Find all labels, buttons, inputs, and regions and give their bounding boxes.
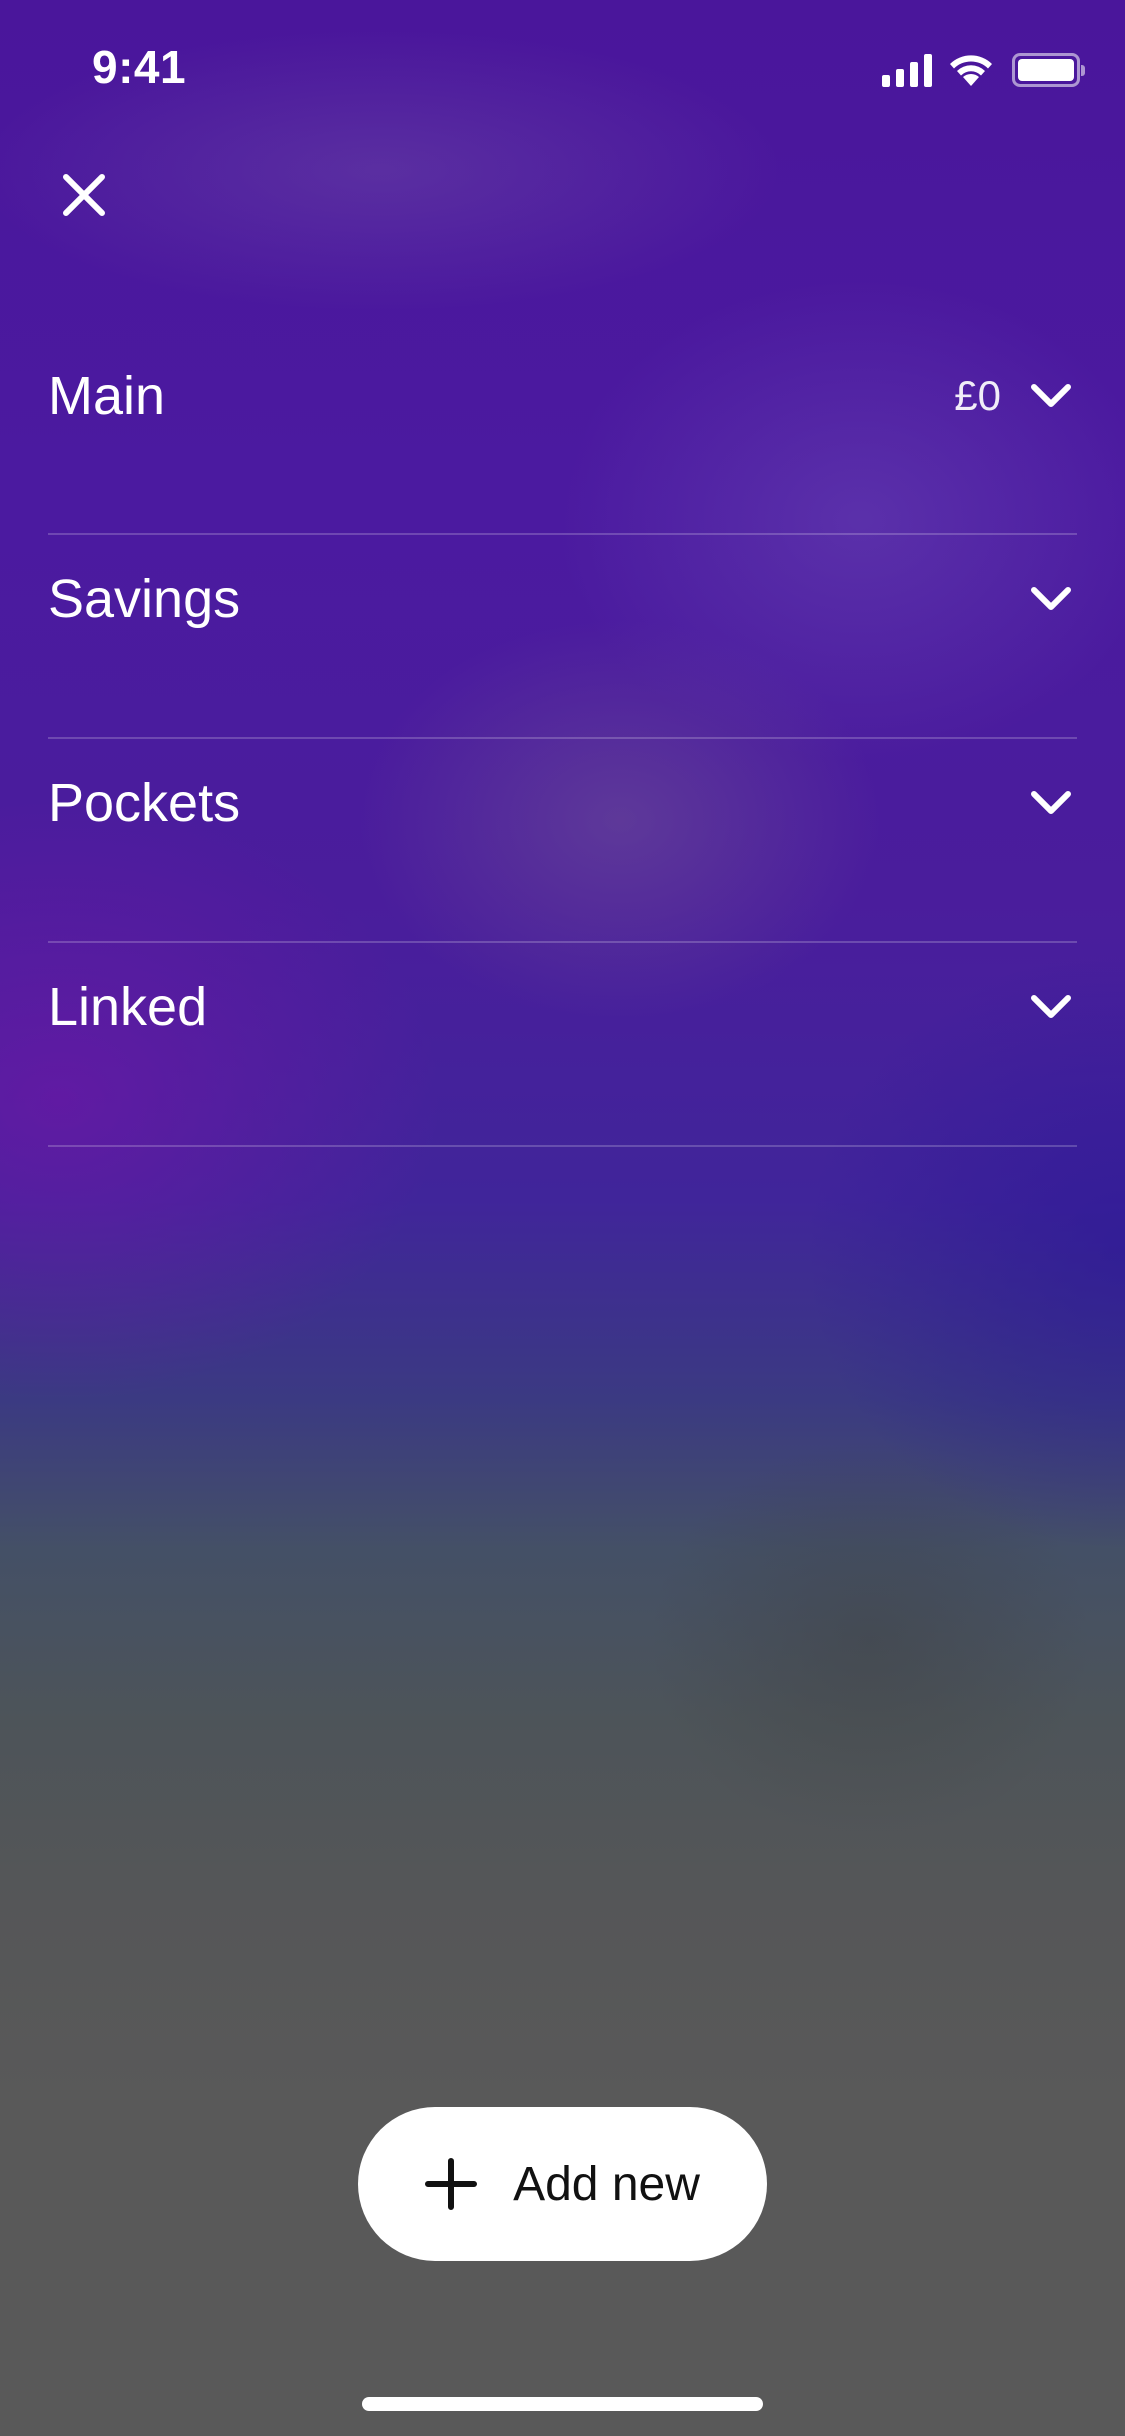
account-row-linked[interactable]: Linked xyxy=(48,943,1077,1147)
account-name: Linked xyxy=(48,977,208,1037)
battery-icon xyxy=(1012,53,1085,87)
chevron-down-icon[interactable] xyxy=(1029,992,1073,1022)
status-time: 9:41 xyxy=(92,41,187,93)
add-new-button[interactable]: Add new xyxy=(358,2107,767,2261)
account-summary xyxy=(1029,739,1077,867)
cellular-signal-icon xyxy=(882,53,932,87)
add-new-label: Add new xyxy=(513,2157,700,2211)
account-summary xyxy=(1029,943,1077,1071)
account-balance: £0 xyxy=(954,372,1001,419)
account-list: Main £0 Savings Pockets Linked xyxy=(48,332,1077,1147)
account-row-pockets[interactable]: Pockets xyxy=(48,739,1077,943)
account-name: Main xyxy=(48,366,166,426)
wifi-icon xyxy=(950,55,992,86)
account-summary xyxy=(1029,535,1077,663)
account-name: Savings xyxy=(48,569,241,629)
status-icons xyxy=(882,50,1085,90)
close-icon xyxy=(63,174,105,216)
close-button[interactable] xyxy=(52,163,116,227)
account-row-main[interactable]: Main £0 xyxy=(48,332,1077,535)
account-row-savings[interactable]: Savings xyxy=(48,535,1077,739)
account-summary: £0 xyxy=(954,332,1077,460)
home-indicator[interactable] xyxy=(362,2397,763,2411)
plus-icon xyxy=(425,2158,478,2210)
chevron-down-icon[interactable] xyxy=(1029,584,1073,614)
chevron-down-icon[interactable] xyxy=(1029,381,1073,411)
account-name: Pockets xyxy=(48,773,241,833)
chevron-down-icon[interactable] xyxy=(1029,788,1073,818)
